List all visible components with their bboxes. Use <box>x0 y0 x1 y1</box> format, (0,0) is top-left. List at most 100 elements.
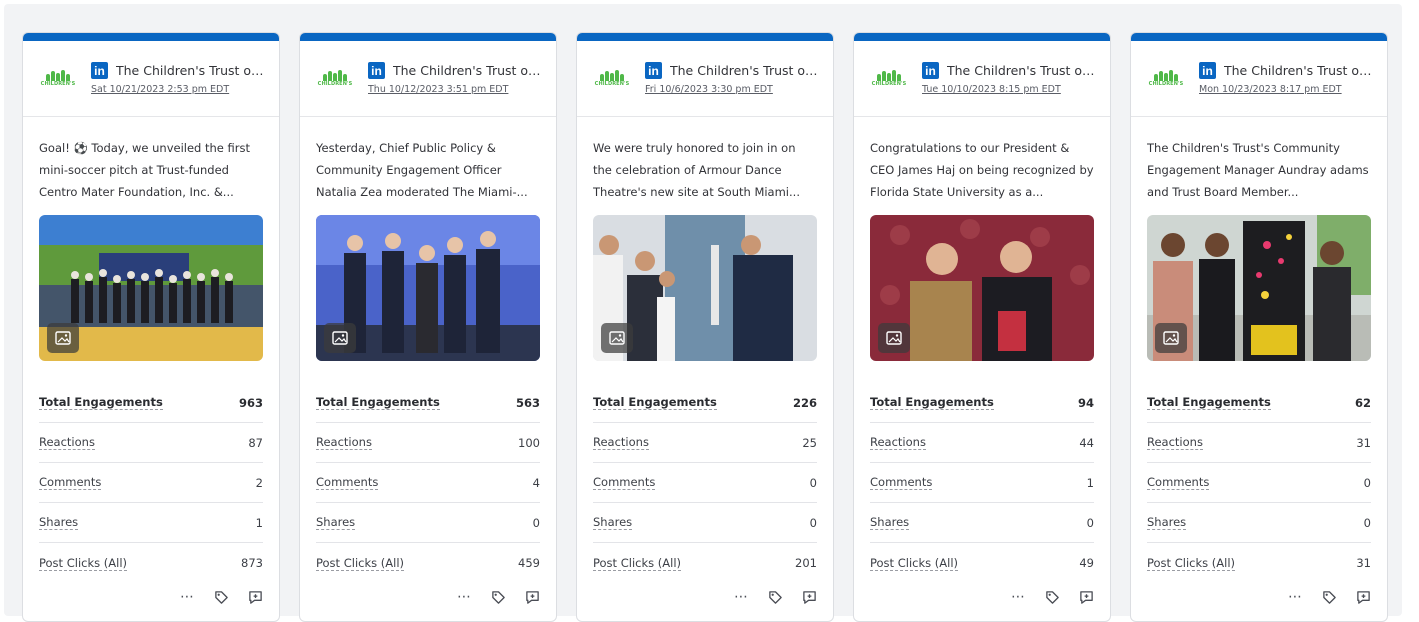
linkedin-icon: in <box>91 62 108 79</box>
metric-row: Reactions 31 <box>1147 423 1371 463</box>
metrics-list: Total Engagements 226 Reactions 25 Comment… <box>577 383 833 583</box>
post-card[interactable]: CHILDREN'S in The Children's Trust of...… <box>22 32 280 622</box>
metric-label[interactable]: Shares <box>870 515 910 530</box>
metrics-list: Total Engagements 62 Reactions 31 Comments… <box>1131 383 1387 583</box>
metric-label[interactable]: Comments <box>593 475 656 490</box>
comment-add-icon[interactable] <box>1353 587 1373 607</box>
post-date-link[interactable]: Thu 10/12/2023 3:51 pm EDT <box>368 84 542 95</box>
comment-add-icon[interactable] <box>522 587 542 607</box>
card-header: CHILDREN'S in The Children's Trust of...… <box>854 41 1110 117</box>
network-color-bar <box>854 33 1110 41</box>
metric-label[interactable]: Reactions <box>316 435 372 450</box>
metric-label[interactable]: Shares <box>593 515 633 530</box>
account-name[interactable]: The Children's Trust of... <box>116 63 265 78</box>
post-card[interactable]: CHILDREN'S in The Children's Trust of...… <box>299 32 557 622</box>
metric-value: 0 <box>1363 475 1371 490</box>
metric-value: 201 <box>795 556 817 570</box>
post-image[interactable] <box>39 215 263 361</box>
metric-row: Shares 0 <box>593 503 817 543</box>
metric-row: Comments 1 <box>870 463 1094 503</box>
tag-icon[interactable] <box>211 587 231 607</box>
post-card[interactable]: CHILDREN'S in The Children's Trust of...… <box>576 32 834 622</box>
card-header: CHILDREN'S in The Children's Trust of...… <box>577 41 833 117</box>
linkedin-icon: in <box>922 62 939 79</box>
post-date-link[interactable]: Tue 10/10/2023 8:15 pm EDT <box>922 84 1096 95</box>
metric-label[interactable]: Reactions <box>1147 435 1203 450</box>
comment-add-icon[interactable] <box>799 587 819 607</box>
card-header: CHILDREN'S in The Children's Trust of...… <box>23 41 279 117</box>
account-name[interactable]: The Children's Trust of... <box>393 63 542 78</box>
metric-label[interactable]: Post Clicks (All) <box>593 556 681 571</box>
metric-label[interactable]: Total Engagements <box>1147 395 1271 410</box>
metric-row: Post Clicks (All) 31 <box>1147 543 1371 583</box>
post-image[interactable] <box>870 215 1094 361</box>
metric-row: Shares 0 <box>870 503 1094 543</box>
metric-value: 1 <box>255 515 263 530</box>
metric-label[interactable]: Reactions <box>39 435 95 450</box>
account-name[interactable]: The Children's Trust of... <box>1224 63 1373 78</box>
post-date-link[interactable]: Fri 10/6/2023 3:30 pm EDT <box>645 84 819 95</box>
account-name[interactable]: The Children's Trust of... <box>947 63 1096 78</box>
metric-label[interactable]: Shares <box>316 515 356 530</box>
more-horizontal-icon[interactable]: ⋯ <box>731 587 751 607</box>
metric-row: Post Clicks (All) 459 <box>316 543 540 583</box>
post-text: Congratulations to our President & CEO J… <box>870 141 1094 199</box>
post-text: We were truly honored to join in on the … <box>593 141 800 199</box>
metric-label[interactable]: Post Clicks (All) <box>870 556 958 571</box>
more-horizontal-icon[interactable]: ⋯ <box>177 587 197 607</box>
image-icon <box>47 323 79 353</box>
post-card[interactable]: CHILDREN'S in The Children's Trust of...… <box>853 32 1111 622</box>
post-image[interactable] <box>316 215 540 361</box>
posts-panel: CHILDREN'S in The Children's Trust of...… <box>4 4 1402 622</box>
metric-label[interactable]: Comments <box>39 475 102 490</box>
metric-label[interactable]: Post Clicks (All) <box>316 556 404 571</box>
metric-label[interactable]: Total Engagements <box>316 395 440 410</box>
metric-label[interactable]: Total Engagements <box>870 395 994 410</box>
account-logo: CHILDREN'S <box>316 66 354 92</box>
account-name[interactable]: The Children's Trust of... <box>670 63 819 78</box>
card-header: CHILDREN'S in The Children's Trust of...… <box>300 41 556 117</box>
account-logo: CHILDREN'S <box>39 66 77 92</box>
metric-label[interactable]: Post Clicks (All) <box>1147 556 1235 571</box>
metric-label[interactable]: Comments <box>870 475 933 490</box>
metric-label[interactable]: Total Engagements <box>593 395 717 410</box>
metric-label[interactable]: Comments <box>316 475 379 490</box>
tag-icon[interactable] <box>1319 587 1339 607</box>
comment-add-icon[interactable] <box>245 587 265 607</box>
post-image[interactable] <box>1147 215 1371 361</box>
metric-label[interactable]: Total Engagements <box>39 395 163 410</box>
network-color-bar <box>23 33 279 41</box>
metric-label[interactable]: Reactions <box>593 435 649 450</box>
post-card[interactable]: CHILDREN'S in The Children's Trust of...… <box>1130 32 1388 622</box>
metric-row: Total Engagements 226 <box>593 383 817 423</box>
metric-row: Post Clicks (All) 49 <box>870 543 1094 583</box>
post-date-link[interactable]: Sat 10/21/2023 2:53 pm EDT <box>91 84 265 95</box>
metric-value: 0 <box>809 515 817 530</box>
metric-value: 873 <box>241 556 263 570</box>
metric-value: 0 <box>1363 515 1371 530</box>
card-header: CHILDREN'S in The Children's Trust of...… <box>1131 41 1387 117</box>
post-image[interactable] <box>593 215 817 361</box>
more-horizontal-icon[interactable]: ⋯ <box>454 587 474 607</box>
metric-label[interactable]: Shares <box>39 515 79 530</box>
metric-row: Comments 0 <box>1147 463 1371 503</box>
metric-label[interactable]: Post Clicks (All) <box>39 556 127 571</box>
comment-add-icon[interactable] <box>1076 587 1096 607</box>
metric-row: Reactions 100 <box>316 423 540 463</box>
account-logo: CHILDREN'S <box>593 66 631 92</box>
more-horizontal-icon[interactable]: ⋯ <box>1008 587 1028 607</box>
tag-icon[interactable] <box>488 587 508 607</box>
tag-icon[interactable] <box>1042 587 1062 607</box>
tag-icon[interactable] <box>765 587 785 607</box>
metric-label[interactable]: Shares <box>1147 515 1187 530</box>
metric-value: 0 <box>1086 515 1094 530</box>
metric-row: Shares 0 <box>316 503 540 543</box>
post-date-link[interactable]: Mon 10/23/2023 8:17 pm EDT <box>1199 84 1373 95</box>
more-horizontal-icon[interactable]: ⋯ <box>1285 587 1305 607</box>
metric-value: 1 <box>1086 475 1094 490</box>
metric-value: 62 <box>1354 395 1371 410</box>
metric-row: Comments 0 <box>593 463 817 503</box>
metric-value: 87 <box>248 435 263 450</box>
metric-label[interactable]: Reactions <box>870 435 926 450</box>
metric-label[interactable]: Comments <box>1147 475 1210 490</box>
